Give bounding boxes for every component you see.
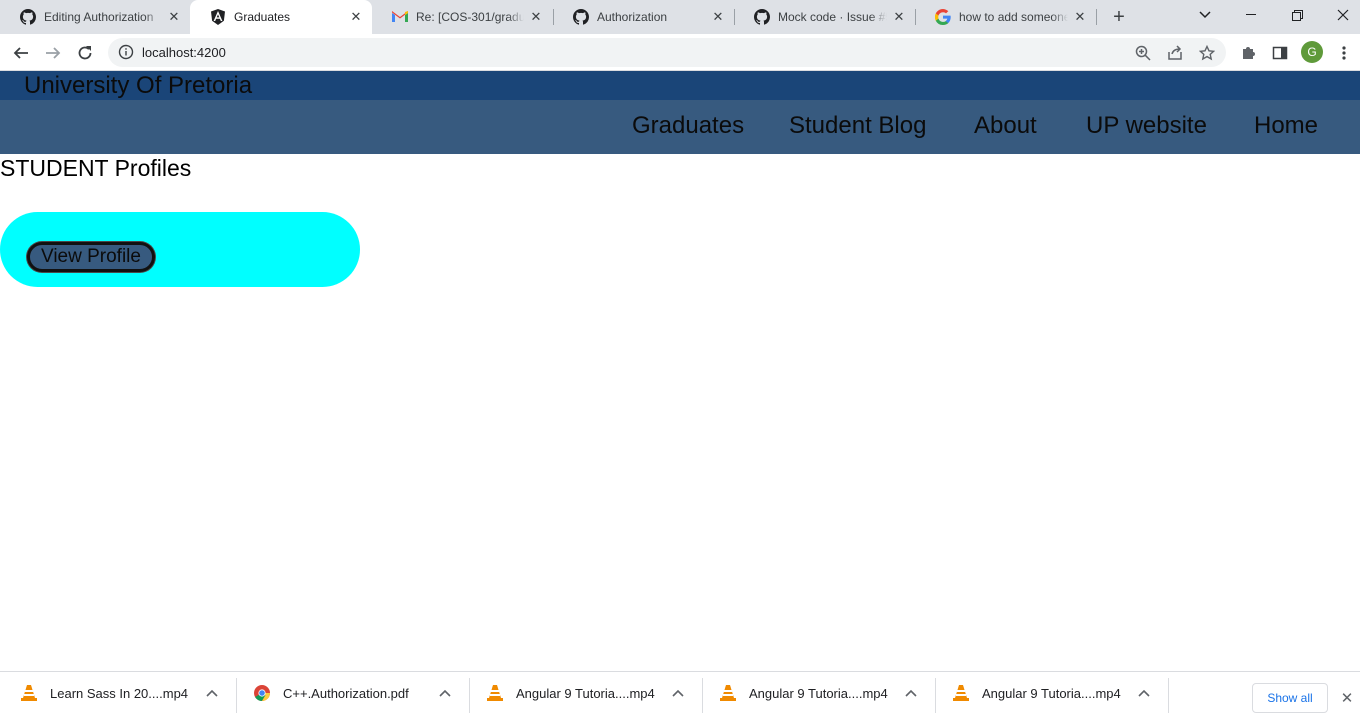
- close-icon[interactable]: ✕: [1072, 9, 1088, 25]
- chevron-up-icon[interactable]: [1136, 685, 1152, 701]
- reload-icon[interactable]: [72, 40, 98, 66]
- google-icon: [935, 9, 951, 25]
- tab-google-search[interactable]: how to add someone ✕: [915, 0, 1096, 34]
- browser-toolbar: localhost:4200 G: [0, 34, 1360, 71]
- tab-search-chevron-down-icon[interactable]: [1182, 0, 1228, 30]
- download-item[interactable]: Angular 9 Tutoria....mp4: [486, 672, 684, 713]
- site-nav: Graduates Student Blog About UP website …: [0, 100, 1360, 154]
- forward-arrow-icon[interactable]: [40, 40, 66, 66]
- download-item[interactable]: Angular 9 Tutoria....mp4: [719, 672, 917, 713]
- vlc-icon: [952, 684, 970, 702]
- download-filename: Angular 9 Tutoria....mp4: [982, 685, 1121, 701]
- tab-title: Editing Authorization: [44, 10, 154, 24]
- profile-avatar[interactable]: G: [1301, 41, 1323, 63]
- page-title: STUDENT Profiles: [0, 155, 192, 181]
- restore-icon[interactable]: [1274, 0, 1320, 30]
- github-icon: [754, 9, 770, 25]
- zoom-icon[interactable]: [1134, 44, 1152, 62]
- bookmark-star-icon[interactable]: [1198, 44, 1216, 62]
- nav-link-home[interactable]: Home: [1254, 112, 1318, 140]
- chevron-up-icon[interactable]: [903, 685, 919, 701]
- close-download-shelf-icon[interactable]: ✕: [1339, 690, 1355, 707]
- site-title: University Of Pretoria: [24, 72, 253, 99]
- chevron-up-icon[interactable]: [437, 685, 453, 701]
- nav-link-about[interactable]: About: [974, 112, 1037, 140]
- github-icon: [20, 9, 36, 25]
- vlc-icon: [20, 684, 38, 702]
- tab-mock-code-issue[interactable]: Mock code · Issue #54 ✕: [734, 0, 915, 34]
- back-arrow-icon[interactable]: [8, 40, 34, 66]
- download-separator: [1168, 678, 1169, 713]
- nav-link-student-blog[interactable]: Student Blog: [789, 112, 926, 140]
- download-separator: [236, 678, 237, 713]
- download-shelf: Learn Sass In 20....mp4 C++.Authorizatio…: [0, 671, 1360, 713]
- tab-title: Mock code · Issue #54: [778, 10, 887, 24]
- student-profile-card: View Profile: [0, 212, 360, 287]
- site-info-icon[interactable]: [118, 44, 134, 60]
- vlc-icon: [486, 684, 504, 702]
- tab-graduates[interactable]: Graduates ✕: [190, 0, 372, 34]
- minimize-icon[interactable]: [1228, 0, 1274, 30]
- tab-strip: Editing Authorization ✕ Graduates ✕ Re: …: [0, 0, 1360, 34]
- side-panel-icon[interactable]: [1267, 40, 1293, 66]
- chevron-up-icon[interactable]: [204, 685, 220, 701]
- download-filename: C++.Authorization.pdf: [283, 685, 409, 701]
- close-icon[interactable]: ✕: [528, 9, 544, 25]
- new-tab-plus-icon[interactable]: +: [1108, 6, 1130, 28]
- download-filename: Angular 9 Tutoria....mp4: [516, 685, 655, 701]
- tab-title: Authorization: [597, 10, 668, 24]
- tab-title: how to add someone: [959, 10, 1068, 24]
- tab-separator: [1096, 9, 1097, 25]
- close-icon[interactable]: ✕: [710, 9, 726, 25]
- github-icon: [573, 9, 589, 25]
- tab-title: Re: [COS-301/graduates: [416, 10, 524, 24]
- address-bar[interactable]: localhost:4200: [108, 38, 1226, 67]
- download-item[interactable]: Angular 9 Tutoria....mp4: [952, 672, 1150, 713]
- extensions-puzzle-icon[interactable]: [1235, 40, 1261, 66]
- nav-link-up-website[interactable]: UP website: [1086, 112, 1207, 140]
- download-item[interactable]: Learn Sass In 20....mp4: [20, 672, 218, 713]
- nav-link-graduates[interactable]: Graduates: [632, 112, 744, 140]
- download-item[interactable]: C++.Authorization.pdf: [253, 672, 451, 713]
- download-separator: [935, 678, 936, 713]
- close-icon[interactable]: ✕: [166, 9, 182, 25]
- tab-authorization[interactable]: Authorization ✕: [553, 0, 734, 34]
- close-icon[interactable]: ✕: [348, 9, 364, 25]
- window-close-icon[interactable]: [1320, 0, 1360, 30]
- download-separator: [469, 678, 470, 713]
- angular-icon: [210, 9, 226, 25]
- download-filename: Learn Sass In 20....mp4: [50, 685, 189, 701]
- close-icon[interactable]: ✕: [891, 9, 907, 25]
- tab-title: Graduates: [234, 10, 291, 24]
- download-filename: Angular 9 Tutoria....mp4: [749, 685, 888, 701]
- site-header: University Of Pretoria: [0, 71, 1360, 100]
- more-menu-icon[interactable]: [1331, 40, 1357, 66]
- gmail-icon: [392, 9, 408, 25]
- tab-editing-authorization[interactable]: Editing Authorization ✕: [0, 0, 190, 34]
- download-separator: [702, 678, 703, 713]
- url-text: localhost:4200: [142, 45, 226, 60]
- share-icon[interactable]: [1166, 44, 1184, 62]
- vlc-icon: [719, 684, 737, 702]
- chrome-icon: [253, 684, 271, 702]
- chevron-up-icon[interactable]: [670, 685, 686, 701]
- show-all-downloads-button[interactable]: Show all: [1252, 683, 1328, 713]
- view-profile-button[interactable]: View Profile: [27, 242, 155, 272]
- tab-gmail[interactable]: Re: [COS-301/graduates ✕: [372, 0, 552, 34]
